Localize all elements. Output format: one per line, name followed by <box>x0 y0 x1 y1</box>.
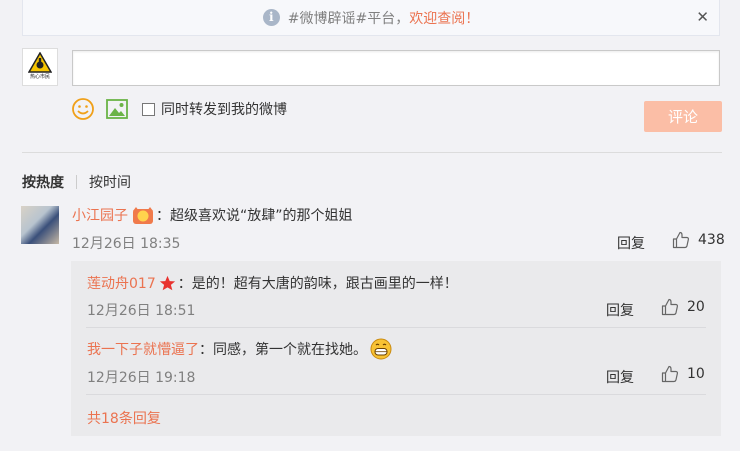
reply-text: ：同感，第一个就在找她。 <box>199 342 367 358</box>
notice-text: #微博辟谣#平台， <box>287 10 410 27</box>
reply-time: 12月26日 18:51 <box>87 303 196 319</box>
sort-separator <box>76 175 77 189</box>
notice-bar: i #微博辟谣#平台， 欢迎查阅！ ✕ <box>22 0 720 36</box>
reply-text: ：是的！超有大唐的韵味，跟古画里的一样！ <box>177 276 458 292</box>
tab-sort-by-time[interactable]: 按时间 <box>89 172 131 192</box>
reply-time: 12月26日 19:18 <box>87 370 196 386</box>
sort-tabs: 按热度 按时间 <box>22 172 131 192</box>
comment-time: 12月26日 18:35 <box>72 236 181 252</box>
reply-button[interactable]: 回复 <box>606 367 634 387</box>
close-icon[interactable]: ✕ <box>696 8 709 26</box>
thumbs-up-icon <box>661 365 679 383</box>
avatar[interactable]: 热心市民 <box>22 48 58 86</box>
reply-divider <box>86 394 706 395</box>
like-count: 20 <box>687 299 705 315</box>
thumbs-up-icon <box>672 231 690 249</box>
forward-label: 同时转发到我的微博 <box>161 102 287 118</box>
submit-comment-button[interactable]: 评论 <box>644 101 722 132</box>
grin-emoji-icon <box>370 338 392 360</box>
like-count: 438 <box>698 232 725 248</box>
reply-user-name[interactable]: 我一下子就懵逼了 <box>87 339 199 359</box>
like-button[interactable]: 20 <box>661 298 705 316</box>
member-badge-icon <box>133 207 153 224</box>
forward-checkbox[interactable] <box>142 102 155 116</box>
thumbs-up-icon <box>661 298 679 316</box>
divider <box>22 152 722 153</box>
commenter-name[interactable]: 小江园子 <box>72 205 128 225</box>
composer-tools: 同时转发到我的微博 <box>72 98 287 120</box>
warning-triangle-icon <box>28 52 52 73</box>
image-icon[interactable] <box>106 99 128 119</box>
reply-user-name[interactable]: 莲动舟017 <box>87 273 156 293</box>
comment-input[interactable] <box>72 50 720 86</box>
info-icon: i <box>262 9 280 26</box>
like-button[interactable]: 10 <box>661 365 705 383</box>
commenter-avatar[interactable] <box>21 206 59 244</box>
like-count: 10 <box>687 366 705 382</box>
comment-content: 小江园子 ：超级喜欢说“放肆”的那个姐姐 <box>72 205 353 225</box>
emoji-icon[interactable] <box>72 98 94 120</box>
reply-divider <box>86 327 706 328</box>
more-replies-link[interactable]: 共18条回复 <box>87 408 161 428</box>
like-button[interactable]: 438 <box>672 231 725 249</box>
reply-button[interactable]: 回复 <box>606 300 634 320</box>
reply-item: 莲动舟017 ：是的！超有大唐的韵味，跟古画里的一样！ <box>87 273 458 293</box>
avatar-caption: 热心市民 <box>29 74 50 80</box>
comment-text: ：超级喜欢说“放肆”的那个姐姐 <box>156 208 353 224</box>
tab-sort-by-hot[interactable]: 按热度 <box>22 172 64 192</box>
reply-item: 我一下子就懵逼了 ：同感，第一个就在找她。 <box>87 338 392 360</box>
star-badge-icon <box>159 275 175 290</box>
reply-button[interactable]: 回复 <box>617 233 645 253</box>
notice-link[interactable]: 欢迎查阅！ <box>409 8 479 28</box>
